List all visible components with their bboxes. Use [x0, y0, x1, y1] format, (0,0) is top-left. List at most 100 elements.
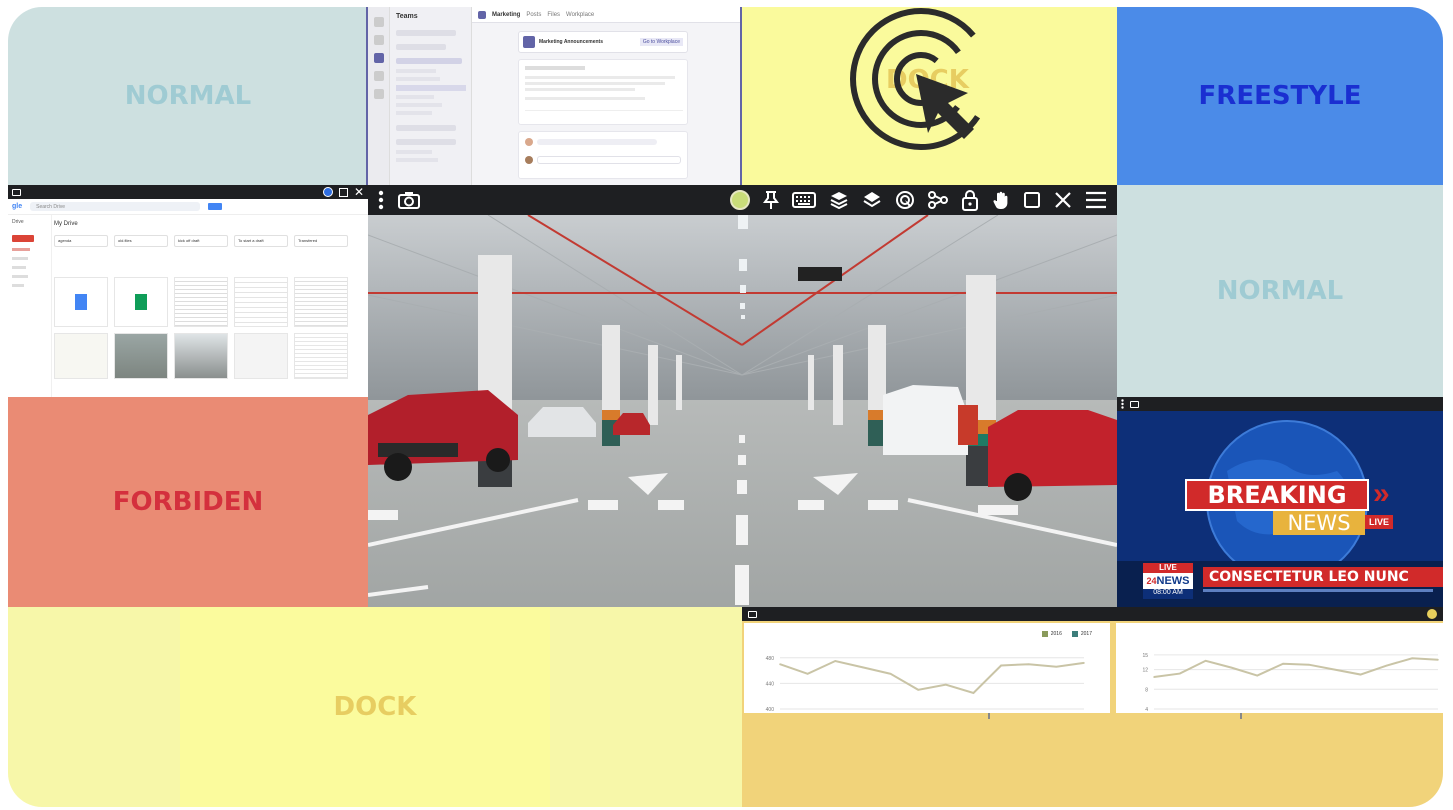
- zone-label: FORBIDEN: [112, 487, 264, 517]
- video-toolbar[interactable]: [368, 185, 1117, 215]
- camera-icon[interactable]: [1130, 400, 1139, 408]
- zone-label: NORMAL: [1216, 276, 1344, 306]
- team-row[interactable]: [396, 139, 456, 145]
- file-thumb-blank[interactable]: [234, 333, 288, 379]
- layers-icon[interactable]: [829, 190, 849, 210]
- keyboard-icon[interactable]: [792, 191, 816, 209]
- nav-item[interactable]: [12, 284, 24, 287]
- pin-icon[interactable]: [763, 190, 779, 210]
- news-window-bar[interactable]: [1117, 397, 1443, 411]
- team-row[interactable]: [396, 30, 456, 36]
- zone-dock-top[interactable]: DOCK: [742, 7, 1117, 185]
- folder-item[interactable]: To start a draft: [234, 235, 288, 247]
- google-logo: gle: [12, 203, 23, 210]
- data-point: [834, 660, 837, 662]
- zone-normal-top-left[interactable]: NORMAL: [8, 7, 368, 185]
- vertical-dots-icon[interactable]: [378, 190, 384, 210]
- file-thumb-text[interactable]: [234, 277, 288, 327]
- team-row[interactable]: [396, 125, 456, 131]
- avatar: [525, 156, 533, 164]
- drive-section-title: My Drive: [54, 221, 78, 227]
- folder-item[interactable]: kick off draft: [174, 235, 228, 247]
- zone-normal-right[interactable]: NORMAL: [1117, 185, 1443, 397]
- chart-window[interactable]: 2016 2017 400 440 480 4 8 12 15: [742, 607, 1443, 807]
- target-icon[interactable]: [895, 190, 915, 210]
- maximize-icon[interactable]: [338, 187, 348, 197]
- parking-scene-image: [368, 215, 1117, 607]
- camera-icon[interactable]: [398, 191, 420, 209]
- channel-row-selected[interactable]: [396, 85, 466, 91]
- announcement-icon: [523, 36, 535, 48]
- channel-number: 24: [1146, 576, 1157, 586]
- close-icon[interactable]: [1054, 191, 1072, 209]
- zone-forbiden[interactable]: FORBIDEN: [8, 397, 368, 607]
- chart-panel-left: 2016 2017 400 440 480: [744, 623, 1110, 713]
- window-icon[interactable]: [1023, 191, 1041, 209]
- file-thumb-sheet[interactable]: [114, 277, 168, 327]
- teams-window[interactable]: Teams Marketing Posts Files Workplace Ma…: [366, 7, 742, 185]
- tab-workplace[interactable]: Workplace: [566, 12, 594, 18]
- hamburger-icon[interactable]: [1085, 191, 1107, 209]
- file-thumb-text[interactable]: [294, 277, 348, 327]
- close-icon[interactable]: ✕: [354, 186, 364, 198]
- nav-item[interactable]: [12, 275, 28, 278]
- share-icon[interactable]: [928, 190, 948, 210]
- team-row[interactable]: [396, 58, 462, 64]
- folder-item[interactable]: old.files: [114, 235, 168, 247]
- news-ticker: CONSECTETUR LEO NUNC: [1203, 567, 1443, 587]
- file-thumb-doc[interactable]: [54, 277, 108, 327]
- search-input[interactable]: Search Drive: [30, 202, 201, 211]
- drive-sidebar: Drive: [8, 215, 52, 397]
- hand-icon[interactable]: [992, 190, 1010, 210]
- status-dot-icon[interactable]: [730, 190, 750, 210]
- channel-logo: 24 NEWS: [1143, 573, 1193, 589]
- tab-posts[interactable]: Posts: [526, 12, 541, 18]
- channel-row[interactable]: [396, 158, 438, 162]
- channel-row[interactable]: [396, 77, 440, 81]
- nav-item[interactable]: [12, 266, 26, 269]
- video-window[interactable]: [368, 185, 1117, 607]
- camera-icon[interactable]: [12, 188, 21, 196]
- folder-item[interactable]: agenda: [54, 235, 108, 247]
- drive-window-bar[interactable]: ✕: [8, 185, 368, 199]
- zone-freestyle[interactable]: FREESTYLE: [1117, 7, 1443, 185]
- lock-icon[interactable]: [961, 189, 979, 211]
- channel-row[interactable]: [396, 103, 442, 107]
- channel-row[interactable]: [396, 111, 432, 115]
- layers-alt-icon[interactable]: [862, 190, 882, 210]
- chart-tick-mark: [988, 713, 990, 719]
- file-thumb-photo[interactable]: [114, 333, 168, 379]
- new-button[interactable]: [12, 235, 34, 242]
- news-window[interactable]: BREAKING » NEWS LIVE LIVE 24 NEWS 08:00 A…: [1117, 397, 1443, 607]
- data-point: [1437, 658, 1439, 661]
- file-thumb-text[interactable]: [294, 333, 348, 379]
- status-dot-icon[interactable]: [322, 187, 333, 197]
- zone-dock-bottom[interactable]: DOCK: [8, 607, 742, 807]
- message-line: [525, 66, 585, 70]
- team-row[interactable]: [396, 44, 446, 50]
- teams-title: Teams: [396, 13, 418, 20]
- camera-icon[interactable]: [748, 610, 757, 618]
- data-point: [1256, 674, 1259, 677]
- chart-window-bar[interactable]: [742, 607, 1443, 621]
- channel-row[interactable]: [396, 95, 434, 99]
- go-to-workplace-button[interactable]: Go to Workplace: [639, 38, 683, 46]
- folder-item[interactable]: Transfered: [294, 235, 348, 247]
- vertical-dots-icon[interactable]: [1121, 399, 1124, 409]
- zone-label: NORMAL: [124, 81, 252, 111]
- file-thumb-palm[interactable]: [174, 333, 228, 379]
- file-thumb-sketch[interactable]: [54, 333, 108, 379]
- rail-icon: [373, 89, 384, 99]
- status-dot-icon[interactable]: [1427, 609, 1437, 619]
- ticker-subline: [1203, 589, 1433, 592]
- nav-item[interactable]: [12, 257, 28, 260]
- channel-row[interactable]: [396, 150, 432, 154]
- tab-files[interactable]: Files: [547, 12, 560, 18]
- search-icon[interactable]: [208, 203, 223, 210]
- nav-item[interactable]: [12, 248, 30, 251]
- file-thumb-text[interactable]: [174, 277, 228, 327]
- channel-row[interactable]: [396, 69, 436, 73]
- reply-input[interactable]: [536, 156, 681, 164]
- divider: [525, 110, 683, 111]
- drive-window[interactable]: ✕ gle Search Drive Drive My Drive agenda…: [8, 185, 368, 397]
